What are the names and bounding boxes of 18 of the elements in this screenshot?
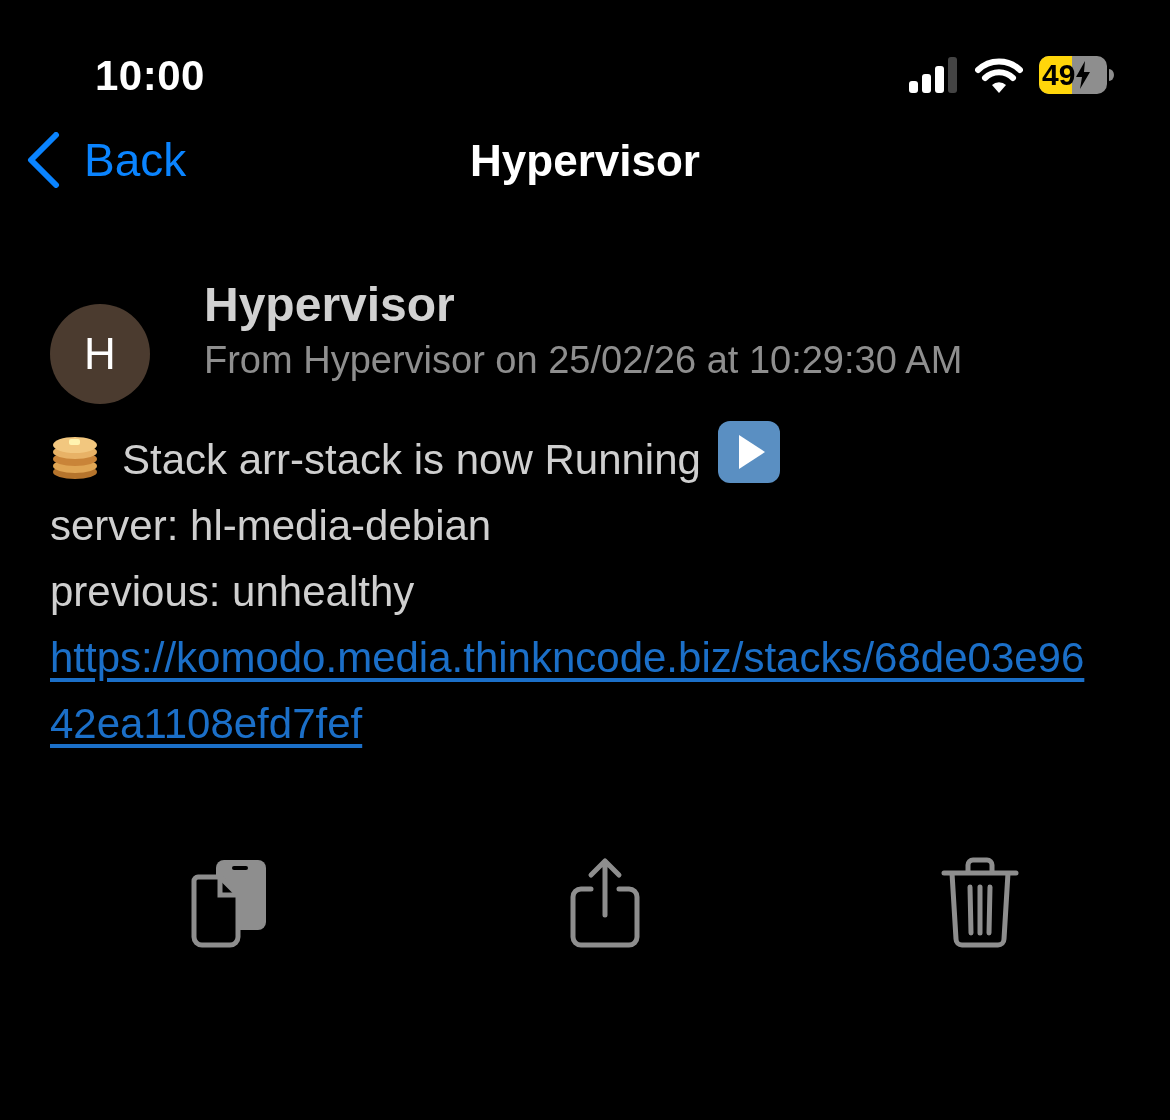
message-line: server: hl-media-debian: [50, 502, 492, 549]
message-headline: Stack arr-stack is now Running: [122, 436, 701, 483]
message-meta: From Hypervisor on 25/02/26 at 10:29:30 AM: [204, 337, 964, 383]
message-link[interactable]: https://komodo.media.thinkncode.biz/stacks/68de03e9642ea1108efd7fef: [50, 625, 1090, 757]
wifi-icon: [975, 57, 1023, 93]
chevron-icon: [26, 132, 60, 188]
play-icon: [716, 420, 781, 484]
battery-cap-icon: [1109, 69, 1114, 81]
signal-icon: [909, 57, 959, 93]
sender-name: Hypervisor: [204, 277, 456, 333]
nav-title: Hypervisor: [470, 135, 700, 187]
share-icon[interactable]: [569, 857, 641, 949]
avatar: H: [50, 304, 150, 404]
message-line: previous: unhealthy: [50, 568, 415, 615]
back-button[interactable]: Back: [26, 125, 187, 195]
battery-indicator: 49: [1039, 56, 1107, 94]
trash-icon[interactable]: [940, 857, 1020, 949]
status-time: 10:00: [95, 50, 205, 101]
